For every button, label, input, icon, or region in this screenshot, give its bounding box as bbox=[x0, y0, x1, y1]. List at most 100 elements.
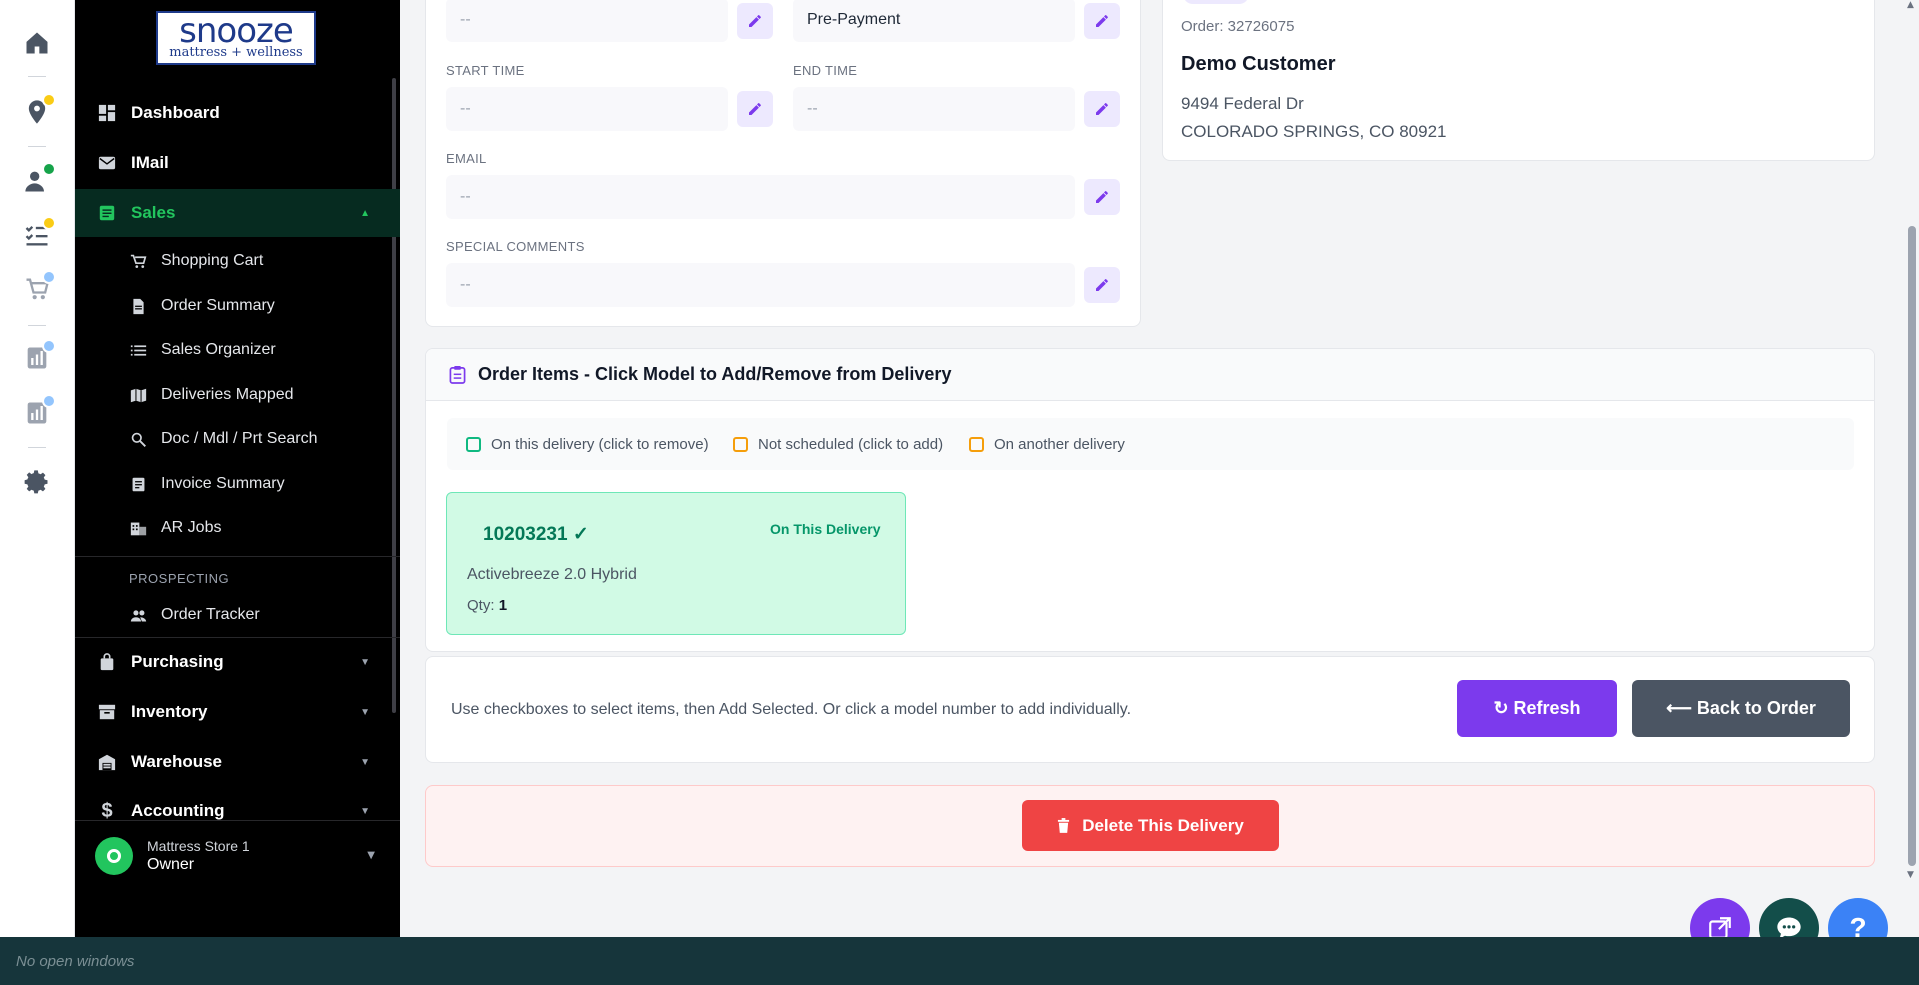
search-icon bbox=[129, 430, 147, 448]
sidebar-item-label: Dashboard bbox=[131, 103, 220, 122]
sidebar-subitem-order-tracker[interactable]: Order Tracker bbox=[75, 595, 400, 635]
sidebar-subitem-doc-search[interactable]: Doc / Mdl / Prt Search bbox=[75, 419, 400, 459]
notification-badge bbox=[42, 339, 56, 353]
edit-button[interactable] bbox=[737, 91, 773, 127]
main-scrollbar[interactable]: ▲ ▼ bbox=[1904, 0, 1919, 890]
edit-button[interactable] bbox=[737, 3, 773, 39]
sidebar-item-label: Accounting bbox=[131, 801, 225, 820]
warehouse-icon bbox=[97, 752, 117, 772]
sidebar-item-dashboard[interactable]: Dashboard bbox=[75, 89, 400, 137]
settings-icon[interactable] bbox=[22, 467, 52, 497]
payment-field[interactable]: Pre-Payment bbox=[793, 0, 1075, 42]
sidebar-subitem-deliveries-mapped[interactable]: Deliveries Mapped bbox=[75, 375, 400, 415]
back-to-order-button[interactable]: ⟵ Back to Order bbox=[1632, 680, 1850, 737]
pencil-icon bbox=[1096, 15, 1108, 27]
scroll-down-icon[interactable]: ▼ bbox=[1907, 870, 1914, 880]
report-icon[interactable] bbox=[22, 339, 56, 373]
email-label: EMAIL bbox=[446, 151, 487, 166]
home-icon[interactable] bbox=[22, 28, 52, 58]
legend-swatch bbox=[466, 436, 481, 452]
edit-button[interactable] bbox=[1084, 3, 1120, 39]
rail-divider bbox=[28, 447, 46, 448]
building-icon bbox=[129, 519, 147, 537]
trash-icon bbox=[1058, 818, 1070, 833]
sidebar-item-label: Sales bbox=[131, 203, 176, 222]
status-badge bbox=[1183, 0, 1249, 4]
rail-divider bbox=[28, 76, 46, 77]
email-field[interactable]: -- bbox=[446, 175, 1075, 219]
pencil-icon bbox=[749, 103, 761, 115]
sidebar-item-inventory[interactable]: Inventory ▼ bbox=[75, 688, 400, 736]
sidebar: snooze mattress + wellness Dashboard IMa… bbox=[75, 0, 400, 937]
start-time-field[interactable]: -- bbox=[446, 87, 728, 131]
sidebar-subitem-sales-organizer[interactable]: Sales Organizer bbox=[75, 330, 400, 370]
checklist-icon[interactable] bbox=[22, 216, 56, 250]
brand-logo[interactable]: snooze mattress + wellness bbox=[156, 11, 316, 65]
notification-badge bbox=[42, 216, 56, 230]
dollar-icon: $ bbox=[101, 799, 113, 822]
sidebar-subitem-label: Invoice Summary bbox=[161, 475, 285, 492]
sidebar-subitem-label: Deliveries Mapped bbox=[161, 386, 294, 403]
sidebar-item-sales[interactable]: Sales ▲ bbox=[75, 189, 400, 237]
scrollbar-thumb[interactable] bbox=[1908, 226, 1916, 866]
notification-badge bbox=[42, 394, 56, 408]
list-icon bbox=[129, 341, 147, 359]
sidebar-item-label: Warehouse bbox=[131, 752, 223, 771]
scroll-up-icon[interactable]: ▲ bbox=[1907, 0, 1914, 10]
customer-name: Demo Customer bbox=[1181, 53, 1336, 75]
notification-badge bbox=[42, 93, 56, 107]
chevron-down-icon: ▼ bbox=[360, 706, 370, 718]
qty-value: 1 bbox=[498, 597, 508, 614]
start-time-label: START TIME bbox=[446, 63, 525, 78]
sidebar-item-imail[interactable]: IMail bbox=[75, 139, 400, 187]
sales-icon bbox=[97, 203, 117, 223]
taskbar-status: No open windows bbox=[16, 952, 135, 970]
edit-button[interactable] bbox=[1084, 91, 1120, 127]
analytics-icon[interactable] bbox=[22, 394, 56, 428]
sidebar-item-purchasing[interactable]: Purchasing ▼ bbox=[75, 638, 400, 686]
end-time-field[interactable]: -- bbox=[793, 87, 1075, 131]
taskbar: No open windows bbox=[0, 937, 1919, 985]
clipboard-icon bbox=[449, 365, 466, 388]
item-quantity: Qty: 1 bbox=[467, 597, 507, 614]
rail-divider bbox=[28, 325, 46, 326]
chevron-down-icon: ▼ bbox=[367, 850, 375, 861]
avatar bbox=[95, 836, 133, 875]
sidebar-subitem-shopping-cart[interactable]: Shopping Cart bbox=[75, 241, 400, 281]
user-menu[interactable]: Mattress Store 1 Owner ▼ bbox=[75, 820, 400, 890]
sidebar-subitem-label: Sales Organizer bbox=[161, 341, 276, 358]
qty-label: Qty: bbox=[467, 597, 495, 614]
shopping-bag-icon bbox=[97, 652, 117, 672]
model-number-link[interactable]: 10203231 ✓ bbox=[483, 523, 589, 546]
chevron-down-icon: ▼ bbox=[360, 656, 370, 668]
delete-label: Delete This Delivery bbox=[1082, 815, 1244, 835]
refresh-button[interactable]: ↻ Refresh bbox=[1457, 680, 1617, 737]
order-number: Order: 32726075 bbox=[1181, 18, 1295, 35]
cart-icon[interactable] bbox=[22, 270, 56, 304]
sidebar-subitem-order-summary[interactable]: Order Summary bbox=[75, 286, 400, 326]
sidebar-item-warehouse[interactable]: Warehouse ▼ bbox=[75, 738, 400, 786]
sidebar-subitem-invoice-summary[interactable]: Invoice Summary bbox=[75, 464, 400, 504]
logo-wordmark: snooze bbox=[179, 11, 294, 51]
legend-item-not-scheduled: Not scheduled (click to add) bbox=[733, 418, 943, 470]
edit-button[interactable] bbox=[1084, 267, 1120, 303]
sidebar-item-label: Purchasing bbox=[131, 652, 224, 671]
sidebar-item-label: IMail bbox=[131, 153, 169, 172]
location-icon[interactable] bbox=[22, 93, 56, 127]
chevron-down-icon: ▼ bbox=[360, 805, 370, 817]
edit-button[interactable] bbox=[1084, 179, 1120, 215]
top-left-field[interactable]: -- bbox=[446, 0, 728, 42]
special-comments-field[interactable]: -- bbox=[446, 263, 1075, 307]
user-add-icon[interactable] bbox=[22, 162, 56, 196]
delete-delivery-button[interactable]: Delete This Delivery bbox=[1022, 800, 1279, 851]
item-description: Activebreeze 2.0 Hybrid bbox=[467, 566, 637, 583]
sidebar-subitem-label: Order Tracker bbox=[161, 606, 260, 623]
pencil-icon bbox=[1096, 191, 1108, 203]
map-icon bbox=[129, 386, 147, 404]
pencil-icon bbox=[749, 15, 761, 27]
sidebar-subitem-ar-jobs[interactable]: AR Jobs bbox=[75, 508, 400, 548]
sidebar-subitem-label: Doc / Mdl / Prt Search bbox=[161, 430, 318, 447]
order-item-card[interactable]: 10203231 ✓ On This Delivery Activebreeze… bbox=[446, 492, 906, 635]
invoice-icon bbox=[129, 475, 147, 493]
address-line-2: COLORADO SPRINGS, CO 80921 bbox=[1181, 122, 1447, 141]
